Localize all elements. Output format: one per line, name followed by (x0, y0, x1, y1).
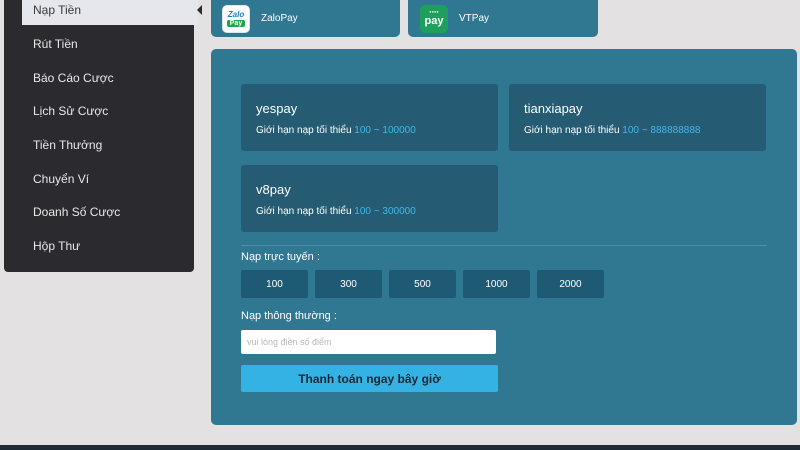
channel-limit: Giới hạn nạp tối thiểu 100 ~ 888888888 (524, 125, 701, 136)
sidebar-item-label: Doanh Số Cược (33, 205, 121, 219)
sidebar-item-bet-history[interactable]: Lịch Sử Cược (22, 96, 198, 126)
sidebar-item-label: Nạp Tiền (33, 3, 82, 17)
amount-button-1000[interactable]: 1000 (463, 270, 530, 298)
channel-name: tianxiapay (524, 101, 583, 116)
channel-card-yespay[interactable]: yespay Giới hạn nạp tối thiểu 100 ~ 1000… (241, 84, 498, 151)
zalopay-logo-icon: Zalo Pay (222, 4, 250, 33)
sidebar-item-label: Chuyển Ví (33, 172, 90, 186)
sidebar-item-label: Tiền Thưởng (33, 138, 103, 152)
channel-card-tianxiapay[interactable]: tianxiapay Giới hạn nạp tối thiểu 100 ~ … (509, 84, 766, 151)
amount-button-300[interactable]: 300 (315, 270, 382, 298)
sidebar-item-bet-turnover[interactable]: Doanh Số Cược (22, 197, 198, 227)
amount-button-500[interactable]: 500 (389, 270, 456, 298)
sidebar-item-label: Báo Cáo Cược (33, 71, 114, 85)
footer-bar (0, 445, 800, 450)
sidebar-item-label: Lịch Sử Cược (33, 104, 109, 118)
amount-button-100[interactable]: 100 (241, 270, 308, 298)
deposit-panel: yespay Giới hạn nạp tối thiểu 100 ~ 1000… (211, 49, 797, 425)
sidebar-item-inbox[interactable]: Hộp Thư (22, 231, 198, 261)
divider (241, 245, 767, 246)
online-deposit-label: Nạp trực tuyến : (241, 251, 320, 263)
channel-limit: Giới hạn nạp tối thiểu 100 ~ 300000 (256, 206, 416, 217)
vtpay-logo-icon: ●●●● pay (420, 4, 448, 33)
pay-now-button[interactable]: Thanh toán ngay bây giờ (241, 365, 498, 392)
channel-card-v8pay[interactable]: v8pay Giới hạn nạp tối thiểu 100 ~ 30000… (241, 165, 498, 232)
sidebar-item-bonus[interactable]: Tiền Thưởng (22, 130, 198, 160)
sidebar-item-transfer-wallet[interactable]: Chuyển Ví (22, 164, 198, 194)
sidebar: Nạp Tiền Rút Tiền Báo Cáo Cược Lịch Sử C… (4, 0, 202, 272)
normal-deposit-label: Nạp thông thường : (241, 310, 337, 322)
channel-limit: Giới hạn nạp tối thiểu 100 ~ 100000 (256, 125, 416, 136)
wallet-zalopay[interactable]: Zalo Pay ZaloPay (211, 0, 400, 37)
wallet-name: VTPay (459, 13, 490, 24)
sidebar-item-withdraw[interactable]: Rút Tiền (22, 29, 198, 59)
channel-name: yespay (256, 101, 298, 116)
sidebar-item-label: Hộp Thư (33, 239, 81, 253)
wallet-name: ZaloPay (261, 13, 298, 24)
amount-button-2000[interactable]: 2000 (537, 270, 604, 298)
sidebar-item-label: Rút Tiền (33, 37, 78, 51)
sidebar-item-deposit[interactable]: Nạp Tiền (22, 0, 202, 25)
channel-name: v8pay (256, 182, 291, 197)
sidebar-item-bet-report[interactable]: Báo Cáo Cược (22, 63, 198, 93)
points-input[interactable] (241, 330, 496, 354)
wallet-vtpay[interactable]: ●●●● pay VTPay (408, 0, 598, 37)
